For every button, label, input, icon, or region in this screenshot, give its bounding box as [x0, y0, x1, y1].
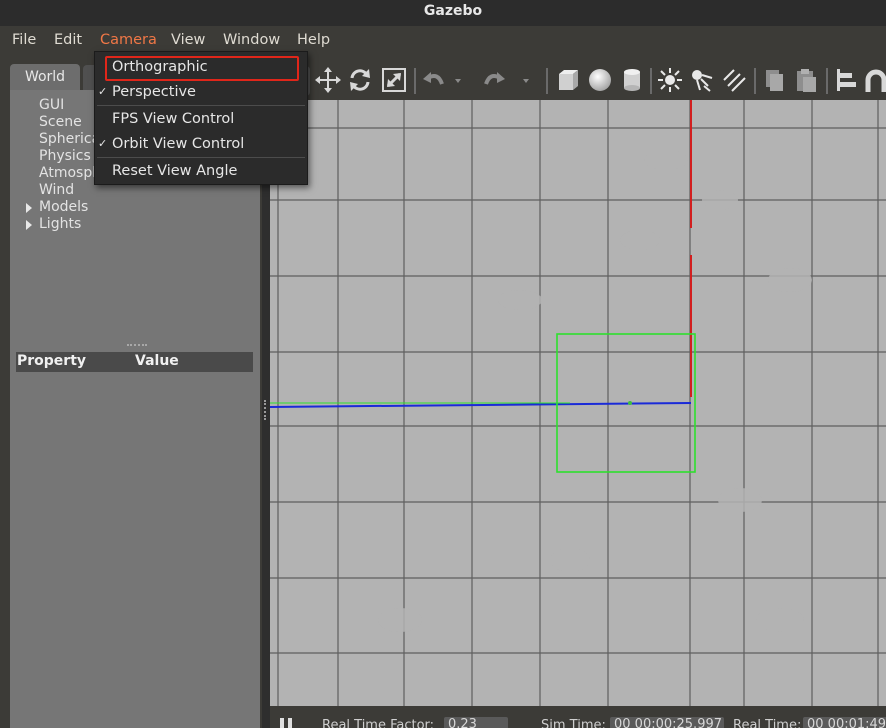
- tree-item-atmosphere[interactable]: Atmosphere: [39, 165, 94, 181]
- tree-item-models[interactable]: Models: [39, 199, 239, 215]
- align-icon[interactable]: [832, 66, 860, 94]
- menu-view[interactable]: View: [171, 32, 205, 48]
- menu-item-label: Perspective: [112, 84, 196, 100]
- menu-item-label: Orbit View Control: [112, 136, 245, 152]
- toolbar: [270, 62, 886, 100]
- splitter-grip-icon[interactable]: [264, 400, 269, 420]
- tab-world[interactable]: World: [10, 64, 80, 90]
- translate-icon[interactable]: [314, 66, 342, 94]
- snap-icon[interactable]: [862, 66, 886, 94]
- undo-icon[interactable]: [420, 66, 448, 94]
- real-time-label: Real Time:: [733, 718, 802, 728]
- highlight-annotation-box: [105, 56, 299, 81]
- menu-item-orbit-view-control[interactable]: ✓ Orbit View Control: [95, 132, 307, 156]
- menu-item-reset-view-angle[interactable]: Reset View Angle: [95, 159, 307, 183]
- grid-occlusion: [378, 150, 812, 632]
- window-titlebar: Gazebo: [0, 0, 886, 26]
- tree-item-lights[interactable]: Lights: [39, 216, 239, 232]
- scale-icon[interactable]: [380, 66, 408, 94]
- real-time-factor-label: Real Time Factor:: [322, 718, 435, 728]
- status-bar: Real Time Factor: 0.23 Sim Time: 00 00:0…: [270, 706, 886, 728]
- menu-item-label: Reset View Angle: [112, 163, 238, 179]
- menu-separator: [97, 105, 305, 106]
- real-time-factor-value: 0.23: [444, 717, 508, 728]
- menu-separator: [97, 157, 305, 158]
- paste-icon[interactable]: [792, 66, 820, 94]
- toolbar-separator: [414, 68, 416, 94]
- 3d-viewport[interactable]: [270, 100, 886, 706]
- property-table-header: Property Value: [16, 352, 253, 372]
- scene-render: [270, 100, 886, 706]
- menu-item-label: FPS View Control: [112, 111, 235, 127]
- toolbar-separator: [754, 68, 756, 94]
- value-column-header: Value: [135, 353, 179, 369]
- menu-edit[interactable]: Edit: [54, 32, 82, 48]
- panel-splitter-handle[interactable]: [127, 344, 147, 348]
- camera-dropdown-menu: Orthographic ✓ Perspective FPS View Cont…: [94, 51, 308, 185]
- menu-item-perspective[interactable]: ✓ Perspective: [95, 80, 307, 104]
- sphere-icon[interactable]: [586, 66, 614, 94]
- toolbar-separator: [650, 68, 652, 94]
- model-origin-marker: [628, 401, 632, 405]
- menu-item-fps-view-control[interactable]: FPS View Control: [95, 107, 307, 131]
- toolbar-separator: [826, 68, 828, 94]
- menu-camera[interactable]: Camera: [100, 32, 157, 48]
- redo-dropdown-icon[interactable]: [520, 66, 532, 94]
- spot-light-icon[interactable]: [688, 66, 716, 94]
- property-column-header: Property: [17, 353, 87, 369]
- redo-icon[interactable]: [480, 66, 508, 94]
- checkmark-icon: ✓: [98, 85, 108, 98]
- real-time-value: 00 00:01:49: [803, 717, 886, 728]
- expand-arrow-icon[interactable]: [26, 220, 32, 230]
- sim-time-label: Sim Time:: [541, 718, 606, 728]
- menu-window[interactable]: Window: [223, 32, 280, 48]
- directional-light-icon[interactable]: [720, 66, 748, 94]
- cylinder-icon[interactable]: [618, 66, 646, 94]
- toolbar-separator: [546, 68, 548, 94]
- point-light-icon[interactable]: [656, 66, 684, 94]
- rotate-icon[interactable]: [346, 66, 374, 94]
- tree-item-spherical-coordinates[interactable]: Spherical Coordinates: [39, 131, 94, 147]
- world-tree-panel: GUI Scene Spherical Coordinates Physics …: [10, 90, 260, 728]
- pause-icon[interactable]: [288, 718, 292, 728]
- undo-dropdown-icon[interactable]: [452, 66, 464, 94]
- pause-icon[interactable]: [280, 718, 284, 728]
- checkmark-icon: ✓: [98, 137, 108, 150]
- sim-time-value: 00 00:00:25.997: [610, 717, 724, 728]
- copy-icon[interactable]: [760, 66, 788, 94]
- box-icon[interactable]: [554, 66, 582, 94]
- menu-help[interactable]: Help: [297, 32, 330, 48]
- window-title: Gazebo: [423, 3, 483, 19]
- y-axis-line: [270, 402, 692, 408]
- menu-file[interactable]: File: [12, 32, 36, 48]
- expand-arrow-icon[interactable]: [26, 203, 32, 213]
